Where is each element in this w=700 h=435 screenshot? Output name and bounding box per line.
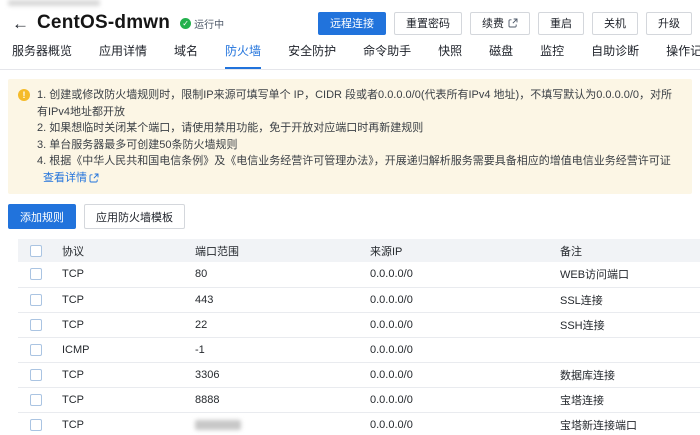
rule-port-range: 22: [195, 312, 370, 338]
rule-source-ip: 0.0.0.0/0: [370, 312, 560, 338]
rule-row: TCP 3306 0.0.0.0/0 数据库连接: [18, 362, 700, 388]
rule-source-ip: 0.0.0.0/0: [370, 362, 560, 388]
rule-protocol: TCP: [62, 262, 195, 288]
rule-remark: 宝塔连接: [560, 387, 700, 413]
column-header-protocol: 协议: [62, 239, 195, 262]
rule-remark: [560, 337, 700, 363]
notice-line: 3. 单台服务器最多可创建50条防火墙规则: [37, 138, 238, 151]
table-header-row: 协议 端口范围 来源IP 备注: [18, 239, 700, 262]
row-checkbox[interactable]: [30, 418, 42, 431]
rule-row: TCP 22 0.0.0.0/0 SSH连接: [18, 312, 700, 338]
external-link-icon: [508, 18, 518, 28]
rule-row: TCP 8888 0.0.0.0/0 宝塔连接: [18, 387, 700, 413]
firewall-rules-table: 协议 端口范围 来源IP 备注 TCP 80 0.0.0.0/0 WEB访问端口 TCP…: [0, 239, 700, 435]
upgrade-button[interactable]: 升级: [646, 11, 692, 35]
rule-source-ip: 0.0.0.0/0: [370, 412, 560, 435]
row-checkbox[interactable]: [30, 343, 42, 356]
rule-row: TCP 0.0.0.0/0 宝塔新连接端口: [18, 412, 700, 435]
rule-row: TCP 443 0.0.0.0/0 SSL连接: [18, 287, 700, 313]
warning-icon: !: [18, 89, 30, 101]
row-checkbox[interactable]: [30, 293, 42, 306]
notice-banner: ! 1. 创建或修改防火墙规则时，限制IP来源可填写单个 IP，CIDR 段或者…: [8, 79, 692, 194]
remote-connect-button[interactable]: 远程连接: [318, 11, 386, 35]
rule-protocol: TCP: [62, 287, 195, 313]
apply-firewall-template-button[interactable]: 应用防火墙模板: [84, 204, 185, 229]
back-arrow-icon[interactable]: ←: [12, 15, 29, 32]
status-label: 运行中: [194, 19, 225, 31]
tab-0[interactable]: 服务器概览: [12, 42, 72, 69]
rule-port-range: 443: [195, 287, 370, 313]
row-checkbox[interactable]: [30, 268, 42, 281]
rule-protocol: TCP: [62, 362, 195, 388]
rules-toolbar: 添加规则 应用防火墙模板: [8, 204, 700, 229]
rule-protocol: TCP: [62, 312, 195, 338]
reset-password-button[interactable]: 重置密码: [394, 11, 462, 35]
notice-line: 2. 如果想临时关闭某个端口，请使用禁用功能，免于开放对应端口时再新建规则: [37, 122, 424, 134]
breadcrumb-redacted: [8, 0, 100, 6]
tab-7[interactable]: 磁盘: [489, 42, 513, 69]
tab-2[interactable]: 域名: [174, 42, 198, 69]
tab-bar: 服务器概览应用详情域名防火墙安全防护命令助手快照磁盘监控自助诊断操作记录: [0, 43, 700, 70]
rule-row: TCP 80 0.0.0.0/0 WEB访问端口: [18, 262, 700, 288]
server-detail-page: ← CentOS-dmwn ✓ 运行中 远程连接 重置密码 续费 重启 关机 升…: [0, 0, 700, 435]
status-badge: ✓ 运行中: [180, 16, 224, 31]
tab-4[interactable]: 安全防护: [288, 42, 336, 69]
shutdown-button[interactable]: 关机: [592, 11, 638, 35]
column-header-remark: 备注: [560, 239, 700, 262]
rule-remark: 数据库连接: [560, 362, 700, 388]
notice-line: 1. 创建或修改防火墙规则时，限制IP来源可填写单个 IP，CIDR 段或者0.…: [37, 89, 673, 118]
rule-port-range: 8888: [195, 387, 370, 413]
column-header-port-range: 端口范围: [195, 239, 370, 262]
row-checkbox[interactable]: [30, 393, 42, 406]
running-check-icon: ✓: [180, 17, 192, 29]
page-title: CentOS-dmwn: [37, 12, 171, 33]
rule-source-ip: 0.0.0.0/0: [370, 337, 560, 363]
rule-remark: WEB访问端口: [560, 262, 700, 288]
rule-remark: 宝塔新连接端口: [560, 412, 700, 435]
rule-remark: SSH连接: [560, 312, 700, 338]
rule-remark: SSL连接: [560, 287, 700, 313]
tab-5[interactable]: 命令助手: [363, 42, 411, 69]
tab-6[interactable]: 快照: [438, 42, 462, 69]
notice-line: 4. 根据《中华人民共和国电信条例》及《电信业务经营许可管理办法》，开展递归解析…: [37, 153, 680, 186]
rule-port-range: 3306: [195, 362, 370, 388]
rule-port-range: [195, 412, 370, 435]
reboot-button[interactable]: 重启: [538, 11, 584, 35]
row-checkbox[interactable]: [30, 318, 42, 331]
tab-1[interactable]: 应用详情: [99, 42, 147, 69]
add-rule-button[interactable]: 添加规则: [8, 204, 76, 229]
rule-source-ip: 0.0.0.0/0: [370, 387, 560, 413]
tab-10[interactable]: 操作记录: [666, 42, 700, 69]
rule-protocol: TCP: [62, 387, 195, 413]
rule-source-ip: 0.0.0.0/0: [370, 262, 560, 288]
rule-row: ICMP -1 0.0.0.0/0: [18, 337, 700, 363]
view-details-link[interactable]: 查看详情: [43, 170, 99, 187]
header-actions: 远程连接 重置密码 续费 重启 关机 升级: [318, 11, 692, 35]
column-header-source-ip: 来源IP: [370, 239, 560, 262]
rule-protocol: ICMP: [62, 337, 195, 363]
tab-8[interactable]: 监控: [540, 42, 564, 69]
select-all-checkbox[interactable]: [30, 244, 42, 257]
row-checkbox[interactable]: [30, 368, 42, 381]
tab-firewall[interactable]: 防火墙: [225, 42, 262, 69]
rule-port-range: -1: [195, 337, 370, 363]
port-redacted: [195, 419, 241, 430]
rule-source-ip: 0.0.0.0/0: [370, 287, 560, 313]
notice-text: 1. 创建或修改防火墙规则时，限制IP来源可填写单个 IP，CIDR 段或者0.…: [37, 87, 680, 186]
renew-label: 续费: [482, 18, 504, 30]
rule-protocol: TCP: [62, 412, 195, 435]
external-link-icon: [89, 173, 99, 183]
tab-9[interactable]: 自助诊断: [591, 42, 639, 69]
page-header: ← CentOS-dmwn ✓ 运行中 远程连接 重置密码 续费 重启 关机 升…: [0, 0, 700, 35]
rule-port-range: 80: [195, 262, 370, 288]
renew-button[interactable]: 续费: [470, 11, 530, 35]
